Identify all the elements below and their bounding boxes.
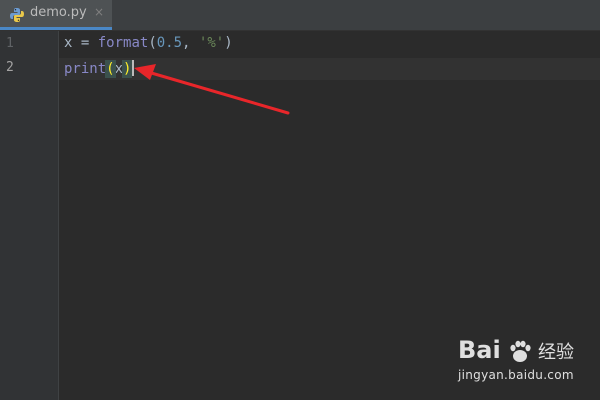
paw-icon	[510, 340, 531, 362]
number-literal: 0.5	[156, 35, 183, 51]
paren: (	[148, 35, 157, 51]
line-number-current: 2	[6, 60, 14, 75]
editor-tab-bar: demo.py ×	[0, 0, 600, 31]
tab-demo-py[interactable]: demo.py ×	[0, 0, 112, 30]
watermark-url: jingyan.baidu.com	[458, 368, 574, 382]
close-icon[interactable]: ×	[94, 5, 104, 19]
line-number: 1	[6, 36, 14, 51]
code-line-1: x = format(0.5, '%')	[64, 35, 233, 51]
builtin-function: format	[97, 35, 149, 51]
comma: ,	[182, 35, 199, 51]
argument: x	[114, 61, 124, 77]
python-file-icon	[10, 8, 24, 22]
matched-paren: (	[105, 60, 116, 78]
builtin-function: print	[64, 61, 107, 77]
baidu-jingyan-watermark: Bai 经验 jingyan.baidu.com	[458, 336, 598, 392]
line-number-gutter: 1 2	[0, 31, 59, 400]
current-line-highlight	[59, 58, 600, 80]
watermark-cn-text: 经验	[538, 342, 574, 363]
string-literal: '%'	[198, 35, 225, 51]
tab-label: demo.py	[30, 5, 87, 20]
watermark-logo-text: Bai	[458, 336, 501, 364]
text-caret	[132, 60, 135, 76]
paren: )	[224, 35, 233, 51]
matched-paren: )	[121, 60, 133, 78]
code-line-2: print(x)	[64, 60, 135, 78]
operator: =	[72, 35, 98, 51]
